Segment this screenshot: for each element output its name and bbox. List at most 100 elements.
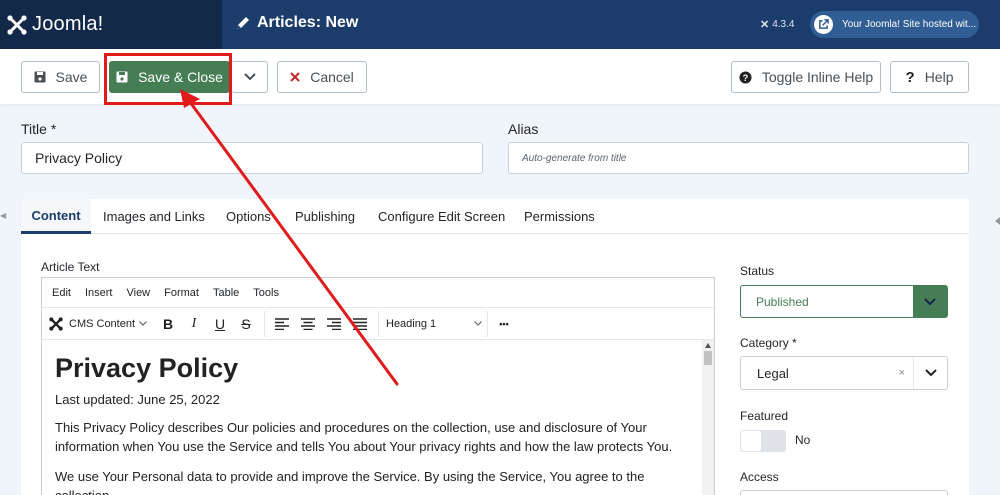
joomla-small-icon xyxy=(49,316,63,331)
status-label: Status xyxy=(740,264,775,278)
page-title: Articles: New xyxy=(257,14,359,31)
joomla-small-icon: ✕ xyxy=(760,19,770,31)
cms-content-label: CMS Content xyxy=(69,317,136,330)
access-select[interactable] xyxy=(740,490,948,495)
toggle-inline-help-button[interactable]: ? Toggle Inline Help xyxy=(731,61,881,93)
top-header: Joomla! Articles: New ✕ 4.3.4 Your Jooml… xyxy=(0,0,1000,49)
menu-edit[interactable]: Edit xyxy=(52,287,71,299)
menu-insert[interactable]: Insert xyxy=(85,287,113,299)
align-left-icon xyxy=(275,317,289,330)
menu-tools[interactable]: Tools xyxy=(253,287,279,299)
x-icon xyxy=(290,72,300,82)
align-right-icon xyxy=(327,317,341,330)
tab-images-links[interactable]: Images and Links xyxy=(103,199,205,234)
tab-publishing[interactable]: Publishing xyxy=(295,199,355,234)
document-paragraph: This Privacy Policy describes Our polici… xyxy=(55,420,673,454)
document-paragraph: We use Your Personal data to provide and… xyxy=(55,469,645,495)
toggle-knob xyxy=(740,430,762,452)
save-options-dropdown[interactable] xyxy=(231,61,268,93)
floppy-disk-icon xyxy=(116,71,128,83)
justify-icon xyxy=(353,317,367,330)
category-select[interactable]: Legal × xyxy=(740,356,948,390)
toolbar-divider xyxy=(487,311,488,337)
version-badge: ✕ 4.3.4 xyxy=(760,18,794,31)
strikethrough-button[interactable]: S xyxy=(234,308,258,339)
block-format-dropdown[interactable]: Heading 1 xyxy=(386,308,482,339)
align-center-button[interactable] xyxy=(296,308,320,339)
bold-button[interactable]: B xyxy=(156,308,180,339)
alias-label: Alias xyxy=(508,121,539,137)
hosted-site-link[interactable]: Your Joomla! Site hosted wit... xyxy=(810,11,979,38)
justify-button[interactable] xyxy=(348,308,372,339)
align-center-icon xyxy=(301,317,315,330)
featured-toggle[interactable] xyxy=(740,430,786,452)
toggle-inline-help-label: Toggle Inline Help xyxy=(761,69,874,85)
cms-content-dropdown[interactable]: CMS Content xyxy=(48,308,152,339)
page-heading: Articles: New xyxy=(235,14,358,32)
save-close-button[interactable]: Save & Close xyxy=(109,61,230,93)
hosted-text: Your Joomla! Site hosted wit... xyxy=(842,19,977,30)
chevron-down-icon xyxy=(913,357,947,389)
access-label: Access xyxy=(740,470,779,484)
title-input[interactable]: Privacy Policy xyxy=(21,142,483,174)
more-button[interactable]: ••• xyxy=(492,308,516,339)
editor-toolbar: CMS Content B I U S Heading 1 ••• xyxy=(42,308,714,340)
underline-button[interactable]: U xyxy=(208,308,232,339)
tab-configure-edit-screen[interactable]: Configure Edit Screen xyxy=(378,199,505,234)
document-updated: Last updated: June 25, 2022 xyxy=(55,392,220,407)
chevron-down-icon xyxy=(474,321,482,326)
title-label: Title * xyxy=(21,121,57,137)
menu-view[interactable]: View xyxy=(126,287,150,299)
toolbar-divider xyxy=(264,311,265,337)
chevron-down-icon xyxy=(913,286,947,317)
question-icon: ? xyxy=(905,68,915,86)
tab-content[interactable]: Content xyxy=(21,199,91,234)
category-value: Legal xyxy=(757,365,789,381)
menu-format[interactable]: Format xyxy=(164,287,199,299)
save-label: Save xyxy=(55,69,88,85)
version-text: 4.3.4 xyxy=(772,19,795,30)
category-label: Category * xyxy=(740,336,797,350)
tab-bar: Content Images and Links Options Publish… xyxy=(21,199,969,234)
toolbar: Save Save & Close Cancel ? Toggle Inline… xyxy=(0,49,1000,104)
right-scroll-handle[interactable] xyxy=(995,212,1000,225)
featured-value: No xyxy=(795,433,811,447)
pencil-icon xyxy=(237,17,249,29)
sidebar-handle[interactable]: ◀ xyxy=(0,211,6,220)
document-heading: Privacy Policy xyxy=(55,353,239,383)
featured-label: Featured xyxy=(740,409,789,423)
editor-menubar: Edit Insert View Format Table Tools xyxy=(42,278,714,308)
help-button[interactable]: ? Help xyxy=(890,61,969,93)
scroll-thumb[interactable] xyxy=(704,351,712,365)
chevron-down-icon xyxy=(243,73,256,81)
italic-button[interactable]: I xyxy=(182,308,206,339)
status-select[interactable]: Published xyxy=(740,285,948,318)
editor-scrollbar[interactable] xyxy=(702,340,714,495)
align-right-button[interactable] xyxy=(322,308,346,339)
save-close-label: Save & Close xyxy=(138,69,223,85)
tab-options[interactable]: Options xyxy=(226,199,271,234)
cancel-button[interactable]: Cancel xyxy=(277,61,367,93)
align-left-button[interactable] xyxy=(270,308,294,339)
article-text-label: Article Text xyxy=(41,260,100,274)
cancel-label: Cancel xyxy=(310,69,354,85)
chevron-down-icon xyxy=(139,321,147,326)
question-circle-icon: ? xyxy=(739,70,752,84)
svg-text:?: ? xyxy=(743,72,749,82)
alias-input[interactable]: Auto-generate from title xyxy=(508,142,969,174)
rich-text-editor: Edit Insert View Format Table Tools CMS … xyxy=(41,277,715,495)
save-button[interactable]: Save xyxy=(21,61,100,93)
toolbar-divider xyxy=(378,311,379,337)
status-value: Published xyxy=(756,294,809,309)
tab-permissions[interactable]: Permissions xyxy=(524,199,595,234)
editor-content[interactable]: Privacy Policy Last updated: June 25, 20… xyxy=(55,340,695,495)
floppy-disk-icon xyxy=(34,71,46,83)
menu-table[interactable]: Table xyxy=(213,287,239,299)
joomla-logo-icon xyxy=(7,14,27,35)
scroll-up-icon xyxy=(705,343,711,348)
clear-icon[interactable]: × xyxy=(899,367,905,379)
joomla-logo[interactable]: Joomla! xyxy=(0,0,222,49)
external-link-icon xyxy=(814,15,833,34)
logo-text: Joomla! xyxy=(32,13,104,35)
block-format-value: Heading 1 xyxy=(386,317,437,330)
